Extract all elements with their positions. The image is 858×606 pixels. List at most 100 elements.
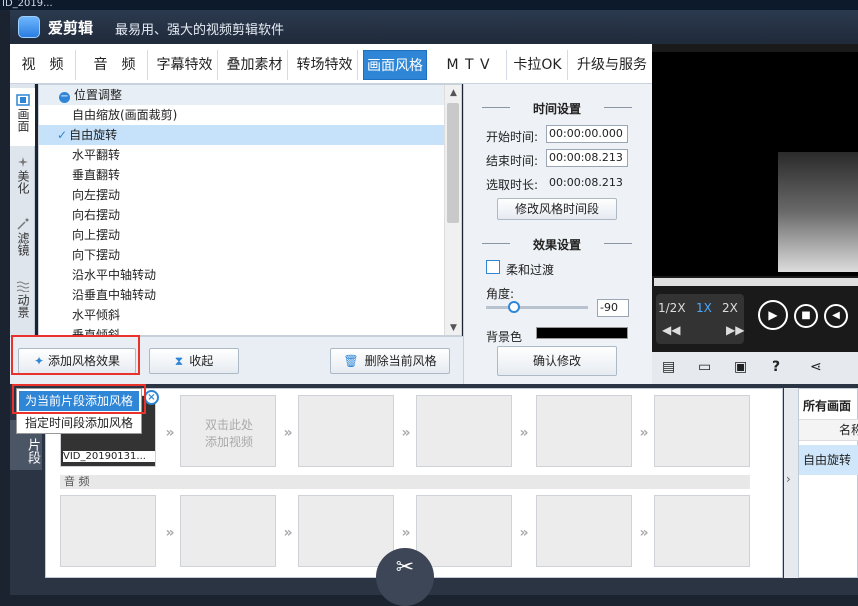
transition-arrow-icon[interactable]: » <box>278 425 298 441</box>
prev-frame-icon[interactable]: ◀ <box>824 304 848 328</box>
scroll-up-icon[interactable]: ▲ <box>446 86 461 101</box>
transition-arrow-icon[interactable]: » <box>396 525 416 541</box>
menu-item-time-range[interactable]: 指定时间段添加风格 <box>19 413 139 433</box>
rewind-icon[interactable]: ◀◀ <box>662 323 680 337</box>
transition-arrow-icon[interactable]: » <box>514 425 534 441</box>
applied-styles-list: 所有画面 名称 自由旋转 <box>798 388 858 578</box>
transition-arrow-icon[interactable]: » <box>278 525 298 541</box>
angle-field[interactable]: -90 <box>597 299 629 317</box>
list-item-selected[interactable]: ✓ 自由旋转 <box>39 125 445 145</box>
tab-upgrade[interactable]: 升级与服务 <box>572 50 652 80</box>
progress-bar[interactable] <box>654 278 858 286</box>
end-time-field[interactable]: 00:00:08.213 <box>546 149 628 167</box>
tab-video[interactable]: 视 频 <box>10 50 76 80</box>
applied-list-title: 所有画面 <box>803 399 852 413</box>
start-time-field[interactable]: 00:00:00.000 <box>546 125 628 143</box>
collapse-icon[interactable]: − <box>59 92 70 103</box>
list-item[interactable]: 水平翻转 <box>39 145 445 165</box>
transition-arrow-icon[interactable]: » <box>514 525 534 541</box>
chevron-right-icon: › <box>786 472 791 486</box>
nav-filter[interactable]: 滤镜 <box>10 212 35 270</box>
column-name: 名称 <box>799 419 858 441</box>
duration-value: 00:00:08.213 <box>549 176 623 189</box>
help-icon[interactable]: ? <box>772 359 780 375</box>
list-item[interactable]: 水平倾斜 <box>39 305 445 325</box>
audio-slot[interactable] <box>416 495 512 567</box>
audio-slot[interactable] <box>536 495 632 567</box>
app-logo-icon <box>18 16 40 38</box>
transition-arrow-icon[interactable]: » <box>160 425 180 441</box>
speed-half[interactable]: 1/2X <box>658 301 686 315</box>
transition-arrow-icon[interactable]: » <box>396 425 416 441</box>
time-settings-title: 时间设置 <box>482 100 632 117</box>
list-scrollbar[interactable]: ▲ ▼ <box>444 85 461 335</box>
collapse-button[interactable]: ⧗ 收起 <box>149 348 239 374</box>
tab-transitions[interactable]: 转场特效 <box>292 50 358 80</box>
save-icon[interactable]: ▣ <box>734 359 747 375</box>
audio-slot[interactable] <box>298 495 394 567</box>
list-item[interactable]: 垂直翻转 <box>39 165 445 185</box>
tab-overlay[interactable]: 叠加素材 <box>222 50 288 80</box>
style-list: − 位置调整 自由缩放(画面裁剪) ✓ 自由旋转 水平翻转 垂直翻转 向左摆动 向右… <box>38 84 462 336</box>
nav-picture[interactable]: 画面 <box>10 88 35 146</box>
list-item-label: 自由旋转 <box>69 128 118 142</box>
delete-style-button[interactable]: 🗑 删除当前风格 <box>330 348 450 374</box>
nav-picture-label: 画面 <box>16 108 30 132</box>
add-video-slot[interactable]: 双击此处 添加视频 <box>180 395 276 467</box>
scroll-down-icon[interactable]: ▼ <box>446 321 461 335</box>
scissors-icon[interactable]: ✂ <box>376 548 434 606</box>
share-icon[interactable]: ⋖ <box>810 359 822 375</box>
tab-picture-style[interactable]: 画面风格 <box>363 50 427 80</box>
forward-icon[interactable]: ▶▶ <box>726 323 744 337</box>
angle-slider-track[interactable] <box>486 306 588 309</box>
transition-arrow-icon[interactable]: » <box>634 425 654 441</box>
category-header[interactable]: − 位置调整 <box>39 85 445 105</box>
speed-1x[interactable]: 1X <box>696 301 712 315</box>
empty-clip-slot[interactable] <box>654 395 750 467</box>
list-item[interactable]: 向右摆动 <box>39 205 445 225</box>
list-item[interactable]: 自由缩放(画面裁剪) <box>39 105 445 125</box>
soft-transition-label: 柔和过渡 <box>506 263 555 277</box>
angle-label: 角度: <box>486 287 515 301</box>
empty-clip-slot[interactable] <box>416 395 512 467</box>
angle-slider-thumb[interactable] <box>508 301 520 313</box>
video-preview[interactable] <box>652 52 858 276</box>
bg-color-swatch[interactable] <box>536 327 628 339</box>
expand-toggle[interactable]: › <box>784 388 798 578</box>
magic-wand-icon <box>17 157 28 167</box>
highlight-box <box>11 335 140 375</box>
hourglass-icon: ⧗ <box>174 354 184 368</box>
list-item[interactable]: 向下摆动 <box>39 245 445 265</box>
new-project-icon[interactable]: ▤ <box>662 359 675 375</box>
list-item[interactable]: 沿水平中轴转动 <box>39 265 445 285</box>
soft-transition-checkbox[interactable] <box>486 260 500 274</box>
nav-beautify[interactable]: 美化 <box>10 150 35 208</box>
tab-audio[interactable]: 音 频 <box>82 50 148 80</box>
speed-2x[interactable]: 2X <box>722 301 738 315</box>
film-icon <box>15 94 30 106</box>
tab-subtitle-effects[interactable]: 字幕特效 <box>152 50 218 80</box>
empty-clip-slot[interactable] <box>536 395 632 467</box>
audio-slot[interactable] <box>654 495 750 567</box>
play-icon[interactable]: ▶ <box>758 300 788 330</box>
audio-slot[interactable] <box>180 495 276 567</box>
transition-arrow-icon[interactable]: » <box>634 525 654 541</box>
list-item[interactable]: 向上摆动 <box>39 225 445 245</box>
confirm-button[interactable]: 确认修改 <box>497 346 617 376</box>
list-item[interactable]: 向左摆动 <box>39 185 445 205</box>
end-time-label: 结束时间: <box>486 154 539 168</box>
empty-clip-slot[interactable] <box>298 395 394 467</box>
scroll-thumb[interactable] <box>447 103 459 223</box>
modify-time-button[interactable]: 修改风格时间段 <box>497 198 617 220</box>
tab-mtv[interactable]: M T V <box>431 50 507 80</box>
list-item[interactable]: 沿垂直中轴转动 <box>39 285 445 305</box>
transition-arrow-icon[interactable]: » <box>160 525 180 541</box>
stop-icon[interactable]: ■ <box>794 304 818 328</box>
close-icon[interactable]: × <box>144 390 159 405</box>
audio-slot[interactable] <box>60 495 156 567</box>
tab-karaoke[interactable]: 卡拉OK <box>508 50 568 80</box>
open-folder-icon[interactable]: ▭ <box>698 359 711 375</box>
applied-style-row[interactable]: 自由旋转 <box>799 445 858 475</box>
bg-color-label: 背景色 <box>486 330 523 344</box>
nav-motion[interactable]: 动景 <box>10 274 35 332</box>
